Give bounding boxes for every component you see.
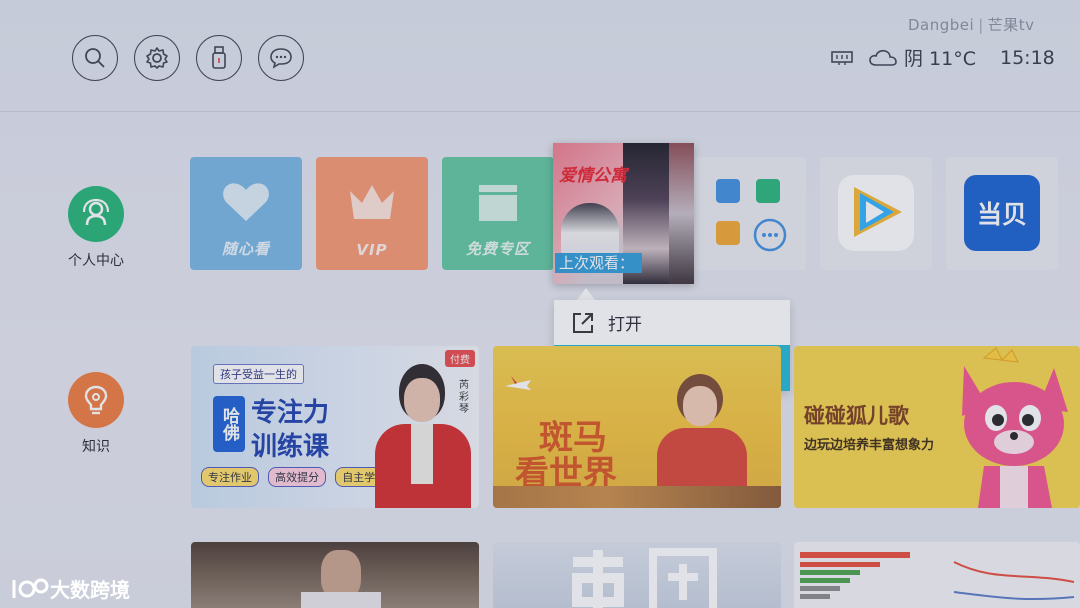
status-bar: 阴 11°C 15:18 [830, 44, 1055, 71]
chip: 高效提分 [268, 467, 327, 487]
recent-watch-badge: 上次观看： [555, 253, 643, 273]
clapperboard-icon [479, 185, 517, 221]
lightbulb-icon [68, 372, 124, 428]
open-external-icon [573, 312, 593, 333]
tencent-video-icon [854, 187, 902, 237]
course-title-2: 训练课 [251, 432, 330, 462]
airplane-icon [505, 376, 531, 390]
side-nav-label: 知识 [82, 439, 110, 455]
calligraphy-art [572, 548, 717, 608]
row3-video-classroom[interactable] [191, 542, 479, 608]
row3-data-chart[interactable] [794, 542, 1080, 608]
tile-free-zone[interactable]: 免费专区 [442, 157, 554, 270]
tile-tencent-video[interactable] [820, 157, 932, 270]
network-icon [831, 50, 853, 65]
message-button[interactable] [258, 35, 304, 81]
search-button[interactable] [72, 35, 118, 81]
row3-china-doc[interactable] [493, 542, 781, 608]
landmarks [493, 486, 781, 508]
course-title-1: 专注力 [251, 398, 330, 428]
course-tagline: 孩子受益一生的 [213, 364, 304, 384]
tile-label: 免费专区 [465, 240, 530, 258]
settings-icon [146, 47, 168, 69]
dangbei-app-icon: 当贝 [964, 175, 1040, 251]
poster-title: 爱情公寓 [559, 166, 627, 186]
partner-name: 芒果tv [987, 16, 1035, 34]
banner-zebra-world[interactable]: 斑马 看世界 [493, 346, 781, 508]
pinkfong-subtitle: 边玩边培养丰富想象力 [804, 438, 935, 453]
settings-button[interactable] [134, 35, 180, 81]
crown-icon [350, 185, 394, 219]
chart-thumbnail [800, 552, 1075, 601]
usb-button[interactable] [196, 35, 242, 81]
heart-icon [223, 183, 269, 221]
menu-item-open[interactable]: 打开 [554, 300, 790, 345]
course-brand-badge: 哈佛 [213, 396, 245, 452]
clock-text: 15:18 [999, 46, 1055, 69]
menu-pointer [577, 288, 595, 300]
menu-item-label: 打开 [608, 315, 642, 335]
brand-logo: Dangbei | 芒果tv [908, 16, 1035, 34]
watermark-text: 大数跨境 [50, 578, 130, 602]
weather-text: 阴 11°C [904, 48, 976, 70]
usb-icon [212, 46, 226, 69]
side-nav-user-center[interactable]: 个人中心 [62, 186, 130, 270]
tile-label: 随心看 [221, 240, 270, 258]
user-center-icon [68, 186, 124, 242]
cloud-icon [869, 49, 897, 66]
focus-overlay [0, 0, 1080, 608]
header-divider [0, 111, 1080, 112]
tile-app-folder[interactable] [694, 157, 806, 270]
teacher-photo [369, 360, 477, 508]
course-chips: 专注作业 高效提分 自主学习 [201, 466, 397, 487]
banner-pinkfong-songs[interactable]: 碰碰狐儿歌 边玩边培养丰富想象力 [794, 346, 1080, 508]
tile-vip[interactable]: VIP [316, 157, 428, 270]
side-nav-label: 个人中心 [68, 253, 124, 269]
app-folder-icons [716, 179, 787, 252]
side-nav-knowledge[interactable]: 知识 [62, 372, 130, 456]
banner-focus-course[interactable]: 孩子受益一生的 哈佛 专注力 训练课 专注作业 高效提分 自主学习 付费 芮彩琴 [191, 346, 479, 508]
tile-label: VIP [356, 241, 388, 259]
pinkfong-title: 碰碰狐儿歌 [804, 404, 909, 428]
search-icon [85, 48, 105, 68]
watermark-logo-icon [12, 578, 49, 598]
brand-name: Dangbei [908, 16, 975, 34]
tile-casual-watch[interactable]: 随心看 [190, 157, 302, 270]
chip: 专注作业 [201, 467, 259, 487]
tile-dangbei-market[interactable]: 当贝 [946, 157, 1058, 270]
pinkfong-character [962, 347, 1068, 508]
recent-watch-poster[interactable]: 爱情公寓 上次观看： [553, 143, 694, 284]
watermark: 大数跨境 [10, 574, 130, 603]
message-icon [270, 48, 292, 69]
